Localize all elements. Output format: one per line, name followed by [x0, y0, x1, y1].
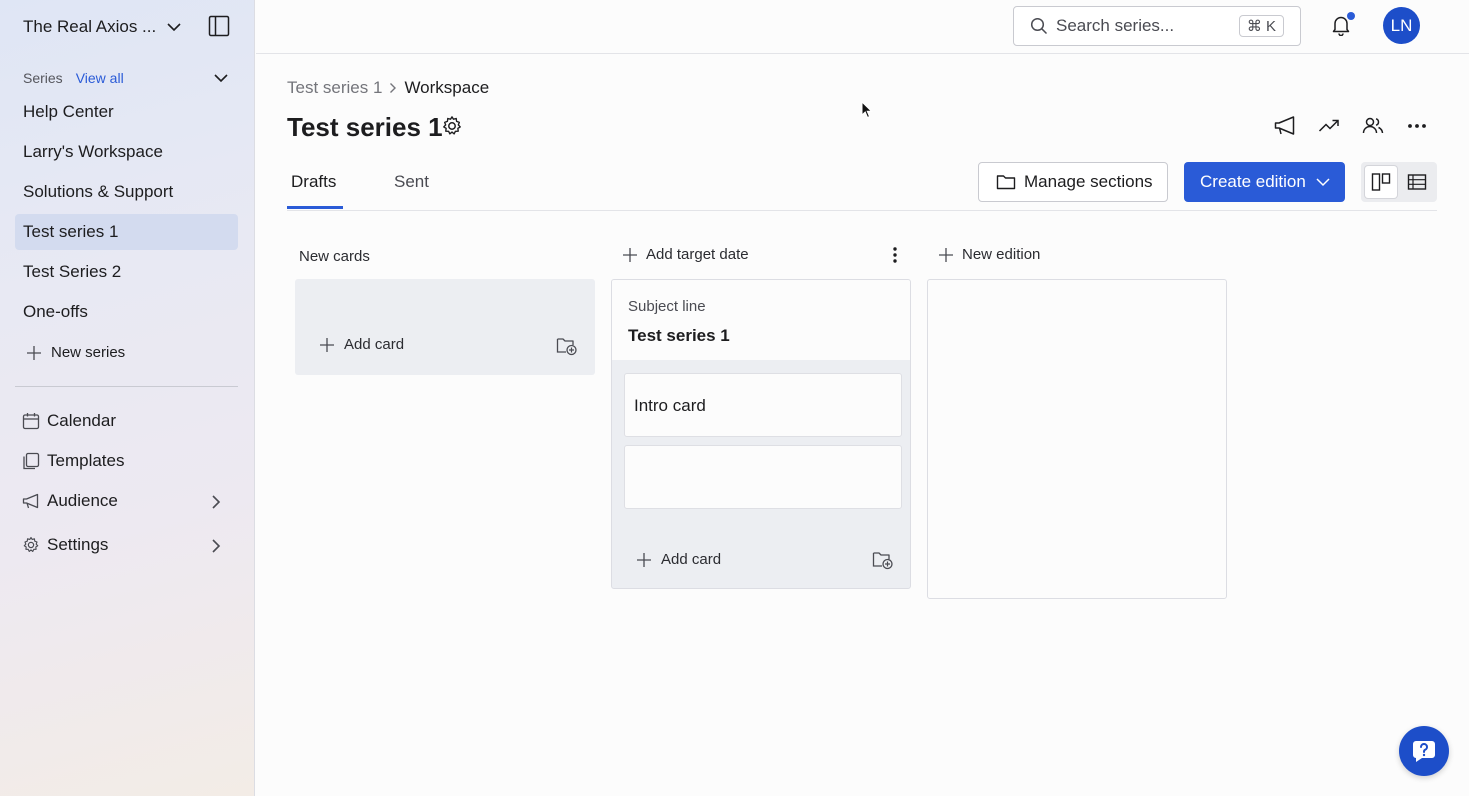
- series-header: Series View all: [23, 68, 233, 88]
- sidebar-link-audience[interactable]: Audience: [21, 486, 231, 516]
- folder-add-icon[interactable]: [556, 336, 578, 356]
- chevron-right-icon: [211, 538, 221, 554]
- create-edition-label: Create edition: [1200, 172, 1306, 191]
- view-toggle: [1361, 162, 1437, 202]
- add-card-label: Add card: [344, 336, 405, 353]
- sidebar-item-one-offs[interactable]: One-offs: [15, 294, 238, 330]
- new-series-button[interactable]: New series: [26, 344, 125, 361]
- avatar[interactable]: LN: [1383, 7, 1420, 44]
- sidebar-item-help-center[interactable]: Help Center: [15, 94, 238, 130]
- sidebar-link-templates[interactable]: Templates: [21, 446, 231, 476]
- page-title: Test series 1: [287, 112, 443, 142]
- org-switcher[interactable]: The Real Axios ...: [23, 14, 233, 40]
- chevron-right-icon: [211, 494, 221, 510]
- tab-drafts[interactable]: Drafts: [291, 172, 336, 192]
- tab-sent[interactable]: Sent: [394, 172, 429, 192]
- new-edition-button[interactable]: New edition: [938, 246, 1040, 263]
- megaphone-icon: [21, 492, 41, 510]
- search-placeholder: Search series...: [1056, 16, 1175, 35]
- plus-icon: [939, 247, 953, 262]
- sidebar-item-label: Test series 1: [23, 222, 119, 241]
- edition-column: Subject line Test series 1 Intro card Ad…: [611, 279, 911, 589]
- new-edition-column[interactable]: [927, 279, 1227, 599]
- series-settings-gear-icon[interactable]: [441, 115, 463, 137]
- megaphone-icon[interactable]: [1274, 115, 1296, 137]
- chevron-down-icon: [1316, 178, 1330, 187]
- sidebar-item-solutions-support[interactable]: Solutions & Support: [15, 174, 238, 210]
- chevron-right-icon: [389, 82, 397, 94]
- search-input[interactable]: Search series... ⌘ K: [1013, 6, 1301, 46]
- keyboard-shortcut-badge: ⌘ K: [1238, 15, 1284, 37]
- series-label: Series: [23, 70, 63, 86]
- subject-line-label: Subject line: [628, 298, 706, 315]
- sidebar-divider: [15, 386, 238, 387]
- topbar: Search series... ⌘ K LN: [256, 0, 1469, 54]
- folder-icon: [996, 175, 1016, 190]
- subject-line-value: Test series 1: [628, 326, 730, 345]
- breadcrumb-series-link[interactable]: Test series 1: [287, 78, 382, 98]
- card-title: Intro card: [634, 396, 706, 415]
- plus-icon: [27, 345, 41, 360]
- new-edition-label: New edition: [962, 246, 1041, 263]
- help-chat-button[interactable]: [1399, 726, 1449, 776]
- sidebar-link-label: Templates: [47, 451, 125, 470]
- plus-icon: [623, 247, 637, 262]
- sidebar-item-label: Test Series 2: [23, 262, 122, 281]
- sidebar-toggle-icon[interactable]: [208, 15, 230, 37]
- org-name: The Real Axios ...: [23, 17, 157, 36]
- create-edition-button[interactable]: Create edition: [1184, 162, 1345, 202]
- edition-header[interactable]: Subject line Test series 1: [612, 280, 910, 360]
- manage-sections-label: Manage sections: [1024, 172, 1153, 191]
- add-card-button[interactable]: Add card: [319, 336, 404, 353]
- plus-icon: [320, 337, 334, 352]
- add-card-button[interactable]: Add card: [636, 551, 721, 568]
- more-horizontal-icon[interactable]: [1406, 115, 1428, 137]
- manage-sections-button[interactable]: Manage sections: [978, 162, 1168, 202]
- new-series-label: New series: [51, 344, 126, 361]
- sidebar-item-label: Solutions & Support: [23, 182, 174, 201]
- sidebar-item-test-series-1[interactable]: Test series 1: [15, 214, 238, 250]
- edition-card[interactable]: Intro card: [624, 373, 902, 437]
- search-icon: [1030, 17, 1048, 35]
- chevron-down-icon[interactable]: [166, 20, 182, 34]
- sidebar-link-label: Calendar: [47, 411, 116, 430]
- board-view-icon[interactable]: [1365, 166, 1397, 198]
- plus-icon: [637, 552, 651, 567]
- mouse-cursor-icon: [861, 101, 873, 119]
- folder-add-icon[interactable]: [872, 550, 894, 570]
- new-cards-panel: Add card: [295, 279, 595, 375]
- gear-icon: [21, 536, 41, 554]
- sidebar-item-test-series-2[interactable]: Test Series 2: [15, 254, 238, 290]
- notification-dot: [1347, 12, 1355, 20]
- people-icon[interactable]: [1362, 115, 1384, 137]
- help-chat-icon: [1413, 741, 1435, 762]
- sidebar-item-label: Larry's Workspace: [23, 142, 163, 161]
- add-target-date-label: Add target date: [646, 246, 749, 263]
- sidebar-link-label: Audience: [47, 491, 118, 510]
- list-view-icon[interactable]: [1401, 166, 1433, 198]
- calendar-icon: [21, 412, 41, 430]
- add-target-date-button[interactable]: Add target date: [622, 246, 749, 263]
- sidebar-link-settings[interactable]: Settings: [21, 530, 231, 560]
- active-tab-indicator: [287, 206, 343, 209]
- more-vertical-icon[interactable]: [888, 246, 902, 264]
- breadcrumb-current: Workspace: [404, 78, 490, 97]
- edition-card[interactable]: [624, 445, 902, 509]
- sidebar-link-calendar[interactable]: Calendar: [21, 406, 231, 436]
- sidebar-item-label: Help Center: [23, 102, 114, 121]
- chevron-down-icon[interactable]: [213, 71, 229, 85]
- add-card-label: Add card: [661, 551, 722, 568]
- new-cards-label: New cards: [299, 248, 370, 265]
- sidebar-item-label: One-offs: [23, 302, 88, 321]
- sidebar: The Real Axios ... Series View all Help …: [0, 0, 255, 796]
- sidebar-item-larrys-workspace[interactable]: Larry's Workspace: [15, 134, 238, 170]
- templates-icon: [21, 452, 41, 470]
- breadcrumb: Test series 1 Workspace: [287, 78, 489, 98]
- sidebar-link-label: Settings: [47, 535, 109, 554]
- trending-up-icon[interactable]: [1318, 115, 1340, 137]
- view-all-link[interactable]: View all: [76, 70, 124, 86]
